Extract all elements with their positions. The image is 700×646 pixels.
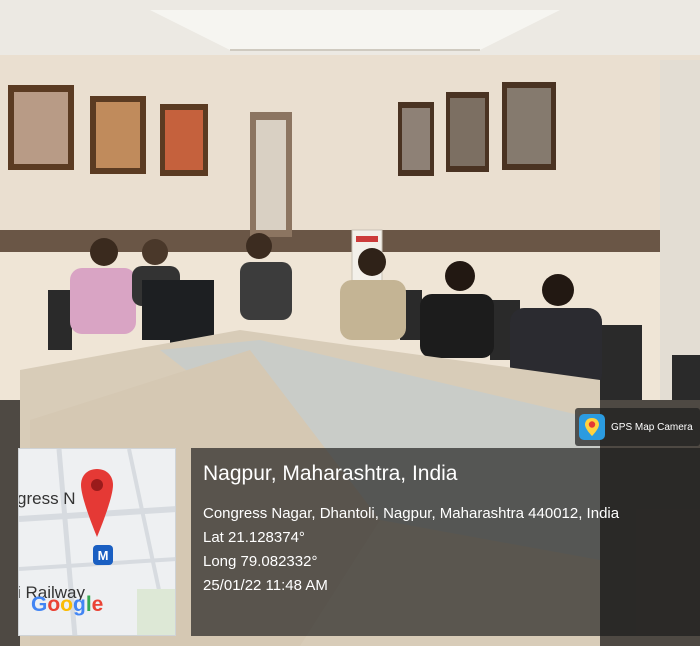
map-pin-icon <box>81 469 113 537</box>
google-logo: Google <box>31 593 104 616</box>
location-address: Congress Nagar, Dhantoli, Nagpur, Mahara… <box>203 505 620 522</box>
location-datetime: 25/01/22 11:48 AM <box>203 577 328 594</box>
gps-map-camera-logo-icon <box>579 414 605 440</box>
gps-map-camera-badge: GPS Map Camera <box>575 408 700 446</box>
map-street-label: gress N <box>18 489 76 508</box>
location-map-thumbnail: gress N i Railway M Google <box>18 448 176 636</box>
location-city: Nagpur, Maharashtra, India <box>203 462 458 485</box>
gps-badge-label: GPS Map Camera <box>611 421 693 433</box>
location-latitude: Lat 21.128374° <box>203 529 305 546</box>
location-info-panel: Nagpur, Maharashtra, India Congress Naga… <box>191 448 700 636</box>
location-longitude: Long 79.082332° <box>203 553 318 570</box>
metro-station-icon: M <box>93 545 113 565</box>
